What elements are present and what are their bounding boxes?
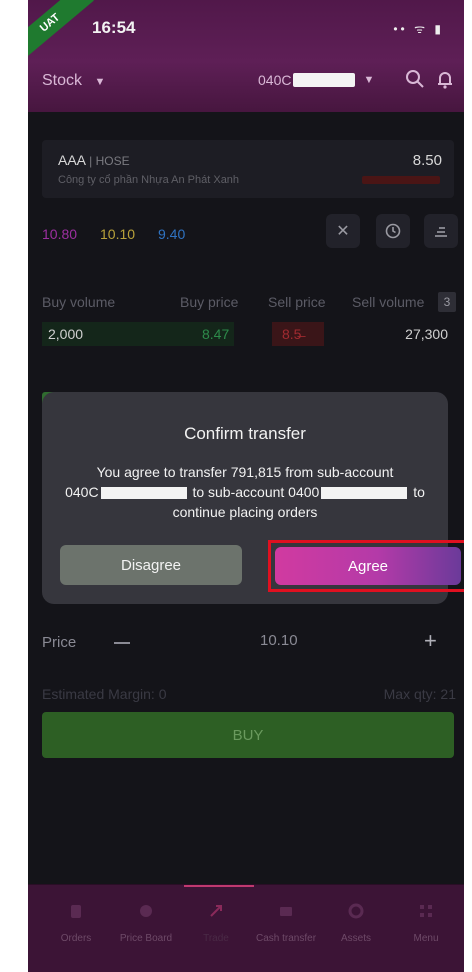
agree-button[interactable]: Agree: [275, 547, 461, 585]
search-icon[interactable]: [404, 68, 426, 90]
app-header: UAT 16:54 •• ᯤ ▮ Stock ▼ 040C ▼: [28, 0, 464, 112]
last-price: 8.50: [412, 152, 442, 169]
ceiling-price: 10.80: [42, 226, 78, 242]
active-tab-indicator: [184, 885, 254, 887]
bottom-navigation: Orders Price Board Trade Cash transfer A…: [28, 884, 464, 972]
status-icons: •• ᯤ ▮: [393, 22, 444, 36]
nav-item-menu[interactable]: Menu: [396, 903, 456, 944]
price-change-bar: [362, 176, 440, 184]
nav-label: Orders: [60, 933, 92, 944]
market-select[interactable]: Stock ▼: [42, 72, 105, 90]
price-label: Price: [42, 634, 77, 651]
nav-label: Assets: [340, 933, 371, 944]
buy-volume: 2,000: [48, 326, 84, 342]
agree-highlight: Agree: [268, 540, 464, 592]
chart-icon: [140, 905, 152, 917]
to-account-text: to sub-account 0400: [192, 484, 320, 500]
to-text: to: [413, 484, 425, 500]
bell-icon[interactable]: [434, 68, 456, 90]
message-line-1: You agree to transfer 791,815 from sub-a…: [96, 464, 394, 480]
nav-item-assets[interactable]: Assets: [326, 903, 386, 944]
nav-label: Trade: [203, 933, 229, 944]
sell-price: 8.5̶: [282, 326, 302, 342]
plus-icon[interactable]: +: [424, 628, 437, 654]
chevron-down-icon: ▼: [94, 76, 106, 88]
uat-badge: UAT: [28, 0, 94, 63]
minus-icon[interactable]: [114, 642, 130, 644]
nav-item-orders[interactable]: Orders: [46, 903, 106, 944]
estimated-margin: Estimated Margin: 0: [42, 686, 167, 702]
buy-price: 8.47: [202, 326, 230, 342]
stock-exchange: | HOSE: [89, 154, 130, 168]
assets-icon: [348, 903, 364, 919]
account-select[interactable]: 040C ▼: [258, 72, 374, 88]
nav-item-cash-transfer[interactable]: Cash transfer: [256, 903, 316, 944]
nav-item-trade[interactable]: Trade: [186, 903, 246, 944]
redacted-block: [293, 73, 356, 87]
dialog-message: You agree to transfer 791,815 from sub-a…: [56, 462, 434, 522]
market-select-label: Stock: [42, 72, 83, 89]
nav-label: Cash transfer: [256, 933, 317, 944]
from-account: 040C: [65, 484, 99, 500]
floor-price: 9.40: [158, 226, 186, 242]
depth-selector[interactable]: 3: [438, 292, 456, 312]
clock-icon: [385, 223, 401, 239]
close-button[interactable]: ✕: [326, 214, 360, 248]
price-input[interactable]: 10.10: [260, 632, 298, 649]
buy-button[interactable]: BUY: [42, 712, 454, 758]
status-time: 16:54: [92, 18, 136, 37]
account-number: 040C: [258, 72, 292, 88]
dialog-title: Confirm transfer: [184, 424, 306, 443]
trade-icon: [210, 905, 222, 917]
nav-label: Price Board: [119, 933, 173, 944]
stock-card[interactable]: AAA | HOSE Công ty cổ phần Nhựa An Phát …: [42, 140, 454, 198]
disagree-button[interactable]: Disagree: [60, 545, 242, 585]
reference-price: 10.10: [100, 226, 136, 242]
nav-item-price-board[interactable]: Price Board: [116, 903, 176, 944]
max-quantity: Max qty: 21: [383, 686, 456, 702]
app-screen: UAT 16:54 •• ᯤ ▮ Stock ▼ 040C ▼ AAA | HO…: [28, 0, 464, 972]
transfer-icon: [280, 907, 292, 916]
stock-symbol: AAA: [58, 152, 86, 168]
confirm-transfer-dialog: Confirm transfer You agree to transfer 7…: [42, 392, 464, 604]
header-sell-volume: Sell volume: [352, 294, 425, 310]
grid-icon: [420, 905, 432, 917]
redacted-block: [100, 487, 187, 500]
header-buy-volume: Buy volume: [42, 294, 116, 310]
header-buy-price: Buy price: [180, 294, 239, 310]
sort-icon: [435, 227, 447, 237]
history-button[interactable]: [376, 214, 410, 248]
close-icon: ✕: [336, 223, 350, 240]
order-book-row[interactable]: 2,000 8.47 8.5̶ 27,300: [42, 320, 454, 348]
redacted-block: [321, 487, 408, 500]
message-line-3: continue placing orders: [172, 504, 318, 520]
company-name: Công ty cổ phần Nhựa An Phát Xanh: [58, 174, 240, 186]
stock-symbol-line: AAA | HOSE: [58, 152, 130, 168]
chevron-down-icon: ▼: [363, 74, 375, 86]
header-sell-price: Sell price: [268, 294, 326, 310]
clipboard-icon: [71, 905, 81, 918]
nav-label: Menu: [413, 933, 439, 944]
sell-volume: 27,300: [405, 326, 448, 342]
sort-button[interactable]: [424, 214, 458, 248]
